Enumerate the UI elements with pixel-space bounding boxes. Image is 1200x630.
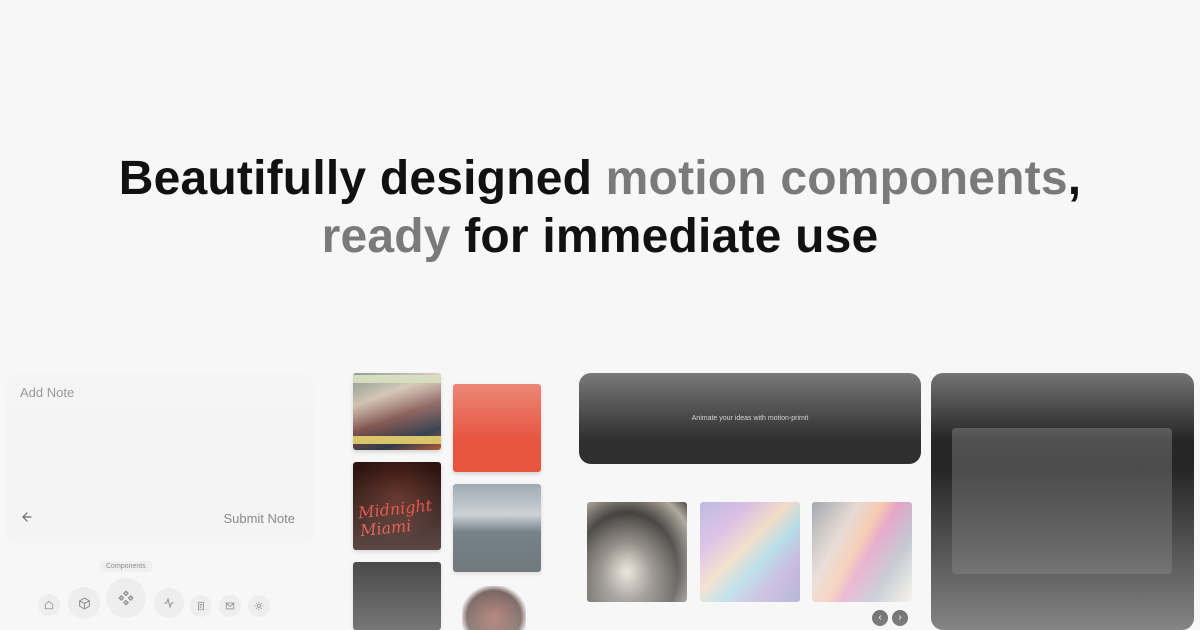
album-cover-3[interactable] (353, 562, 441, 630)
dock: Components (30, 560, 290, 630)
album-cover-1-band-bottom (353, 436, 441, 444)
text-effect-panel: Animate your ideas with motion-primit (579, 373, 921, 464)
add-note-input[interactable]: Add Note (20, 385, 74, 400)
hero-line1-comma: , (1067, 152, 1082, 206)
album-cover-1[interactable] (353, 373, 441, 450)
hero-headline: Beautifully designed motion components, … (0, 150, 1200, 266)
dialog-preview-card[interactable] (952, 428, 1172, 574)
album-cover-5[interactable] (453, 484, 541, 572)
hero-line1-muted: motion components (605, 152, 1068, 206)
album-cover-2-title: Midnight Miami (357, 495, 433, 541)
scroll-icon[interactable] (190, 595, 212, 617)
activity-icon[interactable] (154, 588, 184, 618)
hero-line2-dark: for immediate use (450, 210, 879, 264)
portrait-image (462, 586, 526, 630)
chevron-left-icon[interactable]: ‹ (872, 610, 888, 626)
arrow-left-icon[interactable] (20, 510, 36, 526)
hero-line2-muted: ready (321, 210, 451, 264)
note-panel: Add Note Submit Note (6, 373, 315, 543)
album-cover-2[interactable]: Midnight Miami (353, 462, 441, 550)
dialog-preview-panel (931, 373, 1194, 630)
carousel-slide-2[interactable] (700, 502, 800, 602)
carousel-slide-3[interactable] (812, 502, 912, 602)
album-cover-4[interactable] (453, 384, 541, 472)
carousel-slide-1[interactable] (587, 502, 687, 602)
hero-line1-dark: Beautifully designed (118, 152, 606, 206)
album-cover-1-band (353, 375, 441, 383)
dock-tooltip: Components (100, 561, 152, 572)
components-icon[interactable] (106, 578, 146, 618)
image-carousel: ‹ › (579, 480, 921, 630)
package-icon[interactable] (68, 587, 100, 619)
mail-icon[interactable] (219, 595, 241, 617)
text-effect-label: Animate your ideas with motion-primit (691, 415, 809, 422)
sun-icon[interactable] (248, 595, 270, 617)
home-icon[interactable] (38, 594, 60, 616)
chevron-right-icon[interactable]: › (892, 610, 908, 626)
submit-note-button[interactable]: Submit Note (223, 511, 295, 526)
